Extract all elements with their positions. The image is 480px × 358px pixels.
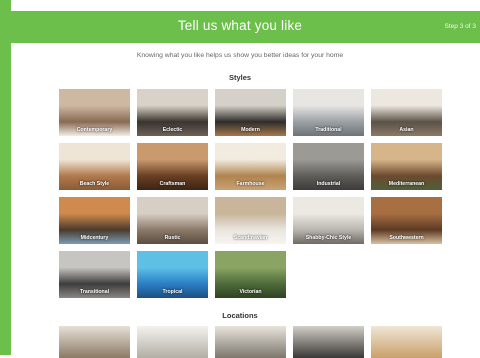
location-tile[interactable] (215, 326, 286, 358)
style-label: Eclectic (162, 127, 183, 133)
style-label: Midcentury (80, 235, 109, 241)
style-tile-traditional[interactable]: Traditional (293, 89, 364, 136)
location-tile[interactable] (137, 326, 208, 358)
style-tile-shabby-chic-style[interactable]: Shabby-Chic Style (293, 197, 364, 244)
style-label: Victorian (239, 289, 262, 295)
style-tile-farmhouse[interactable]: Farmhouse (215, 143, 286, 190)
style-label: Mediterranean (388, 181, 425, 187)
location-tile[interactable] (293, 326, 364, 358)
style-label: Southwestern (389, 235, 424, 241)
style-label: Transitional (79, 289, 110, 295)
style-label: Scandinavian (233, 235, 268, 241)
style-label: Asian (399, 127, 414, 133)
style-label: Tropical (162, 289, 183, 295)
page-header: Tell us what you like Step 3 of 3 (0, 11, 480, 43)
style-tile-craftsman[interactable]: Craftsman (137, 143, 208, 190)
location-tile[interactable] (371, 326, 442, 358)
style-tile-southwestern[interactable]: Southwestern (371, 197, 442, 244)
style-label: Industrial (316, 181, 341, 187)
location-tile[interactable] (59, 326, 130, 358)
style-tile-asian[interactable]: Asian (371, 89, 442, 136)
style-tile-rustic[interactable]: Rustic (137, 197, 208, 244)
style-tile-eclectic[interactable]: Eclectic (137, 89, 208, 136)
style-tile-beach-style[interactable]: Beach Style (59, 143, 130, 190)
step-indicator: Step 3 of 3 (444, 23, 476, 30)
style-tile-transitional[interactable]: Transitional (59, 251, 130, 298)
locations-heading: Locations (222, 311, 258, 320)
style-label: Shabby-Chic Style (305, 235, 352, 241)
style-tile-industrial[interactable]: Industrial (293, 143, 364, 190)
style-label: Contemporary (76, 127, 113, 133)
style-label: Farmhouse (236, 181, 265, 187)
style-tile-scandinavian[interactable]: Scandinavian (215, 197, 286, 244)
style-label: Craftsman (159, 181, 186, 187)
style-label: Rustic (164, 235, 181, 241)
style-tile-midcentury[interactable]: Midcentury (59, 197, 130, 244)
style-tile-modern[interactable]: Modern (215, 89, 286, 136)
style-tile-victorian[interactable]: Victorian (215, 251, 286, 298)
style-tile-tropical[interactable]: Tropical (137, 251, 208, 298)
style-label: Beach Style (79, 181, 110, 187)
style-tile-contemporary[interactable]: Contemporary (59, 89, 130, 136)
style-label: Modern (241, 127, 260, 133)
page-subtitle: Knowing what you like helps us show you … (136, 52, 344, 59)
style-label: Traditional (315, 127, 342, 133)
style-tile-mediterranean[interactable]: Mediterranean (371, 143, 442, 190)
page-title: Tell us what you like (177, 18, 303, 33)
styles-heading: Styles (228, 73, 252, 82)
